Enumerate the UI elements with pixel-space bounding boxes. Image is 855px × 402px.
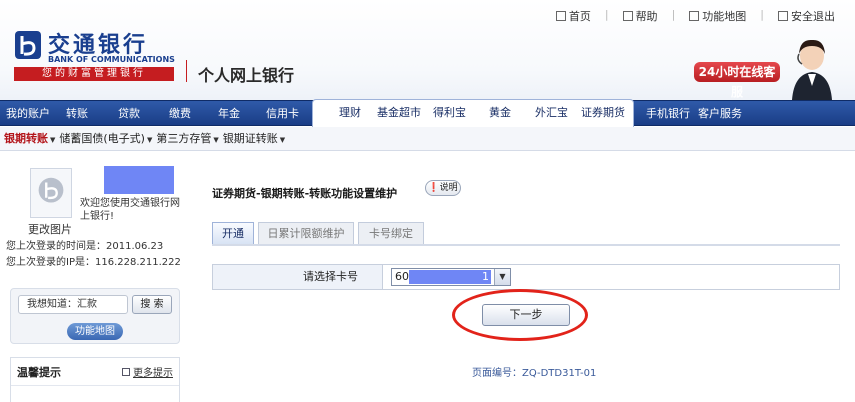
more-arrow-icon — [122, 367, 130, 376]
help-icon — [622, 11, 633, 21]
dropdown-triangle-icon: ▼ — [50, 136, 56, 144]
dropdown-triangle-icon: ▼ — [213, 136, 219, 144]
nav-credit-card[interactable]: 信用卡 — [266, 101, 299, 127]
card-number-select[interactable]: 60 1 ▼ — [391, 268, 511, 286]
next-step-button[interactable]: 下一步 — [482, 304, 570, 326]
page-code: 页面编号：ZQ-DTD31T-01 — [472, 368, 597, 379]
card-select-row: 请选择卡号 60 1 ▼ — [212, 264, 840, 290]
nav-gold[interactable]: 黄金 — [489, 100, 511, 126]
help-button[interactable]: ❗说明 — [425, 180, 461, 196]
nav-fund-market[interactable]: 基金超市 — [377, 100, 421, 126]
tab-daily-limit[interactable]: 日累计限额维护 — [258, 222, 354, 244]
chevron-down-icon[interactable]: ▼ — [494, 269, 510, 285]
nav-wealth[interactable]: 理财 — [339, 100, 361, 126]
function-map-button[interactable]: 功能地图 — [67, 323, 123, 340]
home-icon — [555, 11, 566, 21]
top-link-function-map[interactable]: 功能地图 — [689, 8, 746, 24]
tab-bar: 开通 日累计限额维护 卡号绑定 — [212, 222, 840, 246]
header: 交通银行 BANK OF COMMUNICATIONS 您的财富管理银行 个人网… — [0, 0, 855, 100]
subnav-bank-futures-transfer[interactable]: 银期转账 — [4, 132, 48, 145]
map-icon — [689, 11, 700, 21]
search-input[interactable]: 我想知道：汇款 — [18, 295, 128, 314]
nav-my-account[interactable]: 我的账户 — [6, 101, 50, 127]
avatar — [30, 168, 72, 218]
logout-icon — [778, 11, 788, 21]
dropdown-triangle-icon: ▼ — [146, 136, 153, 144]
subnav-savings-bonds[interactable]: 储蓄国债(电子式) — [59, 132, 145, 145]
nav-mobile-banking[interactable]: 手机银行 — [646, 101, 690, 127]
last-login-ip: 您上次登录的IP是：116.228.211.222 — [6, 257, 181, 268]
nav-deli-bao[interactable]: 得利宝 — [433, 100, 466, 126]
sub-nav: 银期转账 ▼ 储蓄国债(电子式) ▼ 第三方存管 ▼ 银期证转账 ▼ — [0, 127, 855, 151]
nav-securities-futures[interactable]: 证券期货 — [581, 100, 625, 126]
nav-loan[interactable]: 贷款 — [118, 101, 140, 127]
nav-transfer[interactable]: 转账 — [66, 101, 88, 127]
page-title: 证券期货-银期转账-转账功能设置维护 — [212, 187, 398, 200]
nav-customer-service[interactable]: 客户服务 — [698, 101, 742, 127]
main-nav: 我的账户 转账 贷款 缴费 年金 信用卡 理财 基金超市 得利宝 黄金 外汇宝 … — [0, 99, 855, 127]
tab-open[interactable]: 开通 — [212, 222, 254, 244]
info-icon: ❗ — [428, 183, 440, 193]
tips-panel: 温馨提示 更多提示 — [10, 357, 180, 402]
top-link-logout[interactable]: 安全退出 — [778, 8, 835, 24]
bank-name-en: BANK OF COMMUNICATIONS — [48, 55, 175, 64]
quick-search: 我想知道：汇款 搜 索 功能地图 — [10, 288, 180, 344]
bank-slogan: 您的财富管理银行 — [14, 67, 174, 81]
subnav-third-party-custody[interactable]: 第三方存管 — [156, 132, 211, 145]
card-select-label: 请选择卡号 — [213, 265, 383, 289]
username-redacted — [104, 166, 174, 194]
welcome-text: 欢迎您使用交通银行网上银行! — [80, 198, 180, 222]
nav-investment-group: 理财 基金超市 得利宝 黄金 外汇宝 证券期货 — [312, 99, 634, 127]
card-number-suffix: 1 — [482, 270, 489, 283]
change-photo-link[interactable]: 更改图片 — [28, 221, 72, 237]
top-link-help[interactable]: 帮助 — [622, 8, 658, 24]
top-link-home[interactable]: 首页 — [555, 8, 591, 24]
tab-card-binding[interactable]: 卡号绑定 — [358, 222, 424, 244]
more-tips-link[interactable]: 更多提示 — [122, 364, 173, 379]
nav-forex[interactable]: 外汇宝 — [535, 100, 568, 126]
online-service-button[interactable]: 24小时在线客服 — [694, 62, 780, 99]
bank-logo-icon — [15, 31, 41, 59]
search-button[interactable]: 搜 索 — [132, 295, 172, 314]
service-agent-image — [792, 39, 832, 100]
site-title: 个人网上银行 — [198, 66, 295, 85]
dropdown-triangle-icon: ▼ — [279, 136, 286, 144]
tips-title: 温馨提示 — [17, 365, 61, 379]
nav-payment[interactable]: 缴费 — [169, 101, 191, 127]
card-number-prefix: 60 — [395, 270, 409, 283]
top-links: 首页 | 帮助 | 功能地图 | 安全退出 — [555, 8, 835, 24]
card-number-redacted — [409, 270, 491, 284]
subnav-bank-securities-transfer[interactable]: 银期证转账 — [223, 132, 278, 145]
last-login-time: 您上次登录的时间是：2011.06.23 — [6, 241, 164, 252]
logo-divider — [186, 60, 187, 82]
nav-annuity[interactable]: 年金 — [218, 101, 240, 127]
